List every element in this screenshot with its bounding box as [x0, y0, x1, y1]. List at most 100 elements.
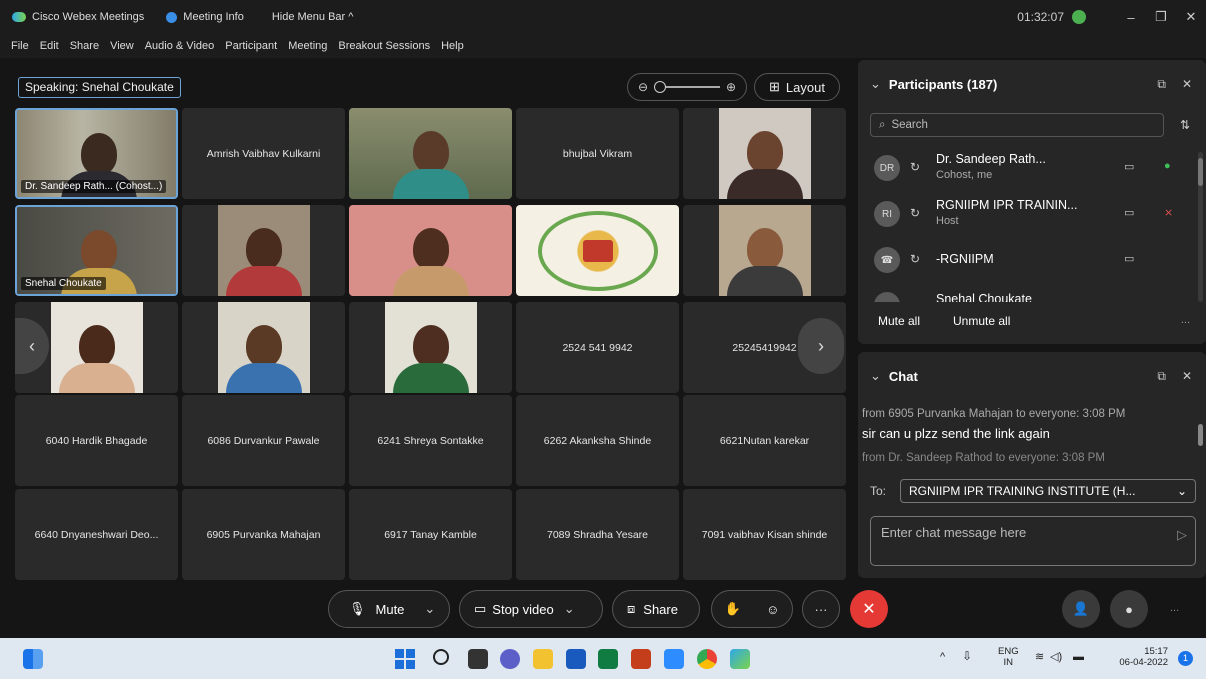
menu-help[interactable]: Help — [441, 40, 464, 52]
video-tile[interactable]: 7089 Shradha Yesare — [516, 489, 679, 580]
video-tile[interactable]: bhujbal Vikram — [516, 108, 679, 199]
security-icon[interactable] — [1072, 10, 1086, 24]
wifi-icon[interactable]: ≋ — [1035, 652, 1044, 663]
zoom-slider[interactable] — [654, 81, 720, 93]
participant-row[interactable]: ☎ ↻ -RGNIIPM ▭ — [874, 240, 1186, 280]
minimize-button[interactable]: – — [1116, 10, 1146, 25]
more-options-button[interactable]: ... — [1181, 314, 1190, 326]
volume-icon[interactable]: ◁) — [1050, 652, 1062, 663]
recipient-select[interactable]: RGNIIPM IPR TRAINING INSTITUTE (H... ⌄ — [900, 479, 1196, 503]
battery-icon[interactable]: ▬ — [1073, 652, 1084, 663]
collapse-chevron-icon[interactable]: ⌄ — [870, 368, 881, 384]
zoom-in-icon[interactable]: ⊕ — [726, 80, 736, 94]
video-tile[interactable]: 6262 Akanksha Shinde — [516, 395, 679, 486]
start-icon[interactable] — [395, 649, 415, 669]
end-meeting-button[interactable]: ✕ — [850, 590, 888, 628]
chrome-icon[interactable] — [697, 649, 717, 669]
menu-view[interactable]: View — [110, 40, 134, 52]
excel-icon[interactable] — [598, 649, 618, 669]
video-tile[interactable]: Snehal Choukate — [15, 205, 178, 296]
chevron-down-icon[interactable]: ⌄ — [564, 601, 575, 617]
participant-row[interactable]: Snehal Choukate — [874, 284, 1186, 302]
widgets-icon[interactable] — [23, 649, 43, 669]
video-tile[interactable]: 7091 vaibhav Kisan shinde — [683, 489, 846, 580]
menu-participant[interactable]: Participant — [225, 40, 277, 52]
hide-menu-bar-button[interactable]: Hide Menu Bar ^ — [272, 11, 354, 23]
video-tile[interactable]: 6640 Dnyaneshwari Deo... — [15, 489, 178, 580]
layout-button[interactable]: ⊞ Layout — [754, 73, 840, 101]
video-tile[interactable] — [182, 302, 345, 393]
menu-share[interactable]: Share — [70, 40, 99, 52]
zoom-out-icon[interactable]: ⊖ — [638, 80, 648, 94]
popout-icon[interactable]: ⧉ — [1157, 369, 1166, 384]
menu-breakout-sessions[interactable]: Breakout Sessions — [338, 40, 430, 52]
mute-button[interactable]: 🎙 Mute ⌄ — [328, 590, 450, 628]
video-tile[interactable]: 6241 Shreya Sontakke — [349, 395, 512, 486]
clock[interactable]: 15:17 06-04-2022 — [1098, 646, 1168, 668]
teams-chat-icon[interactable] — [500, 649, 520, 669]
participants-scrollbar-thumb[interactable] — [1198, 158, 1203, 186]
chat-scrollbar-thumb[interactable] — [1198, 424, 1203, 446]
video-tile[interactable]: 6086 Durvankur Pawale — [182, 395, 345, 486]
muted-microphone-icon[interactable]: ⨯ — [1164, 206, 1173, 219]
video-tile[interactable] — [349, 108, 512, 199]
unmute-all-button[interactable]: Unmute all — [953, 314, 1010, 328]
collapse-chevron-icon[interactable]: ⌄ — [870, 76, 881, 92]
participants-scrollbar-track[interactable] — [1198, 152, 1203, 302]
video-tile[interactable] — [683, 205, 846, 296]
participant-row[interactable]: RI ↻ RGNIIPM IPR TRAININ... Host ▭ ⨯ — [874, 194, 1186, 234]
video-tile[interactable]: Amrish Vaibhav Kulkarni — [182, 108, 345, 199]
zoom-icon[interactable] — [664, 649, 684, 669]
video-tile[interactable] — [516, 205, 679, 296]
menu-file[interactable]: File — [11, 40, 29, 52]
zoom-slider-knob[interactable] — [654, 81, 667, 93]
close-panel-icon[interactable]: ✕ — [1182, 77, 1192, 92]
video-tile[interactable] — [349, 205, 512, 296]
sort-icon[interactable]: ⇅ — [1180, 118, 1190, 132]
more-panels-button[interactable]: ... — [1170, 602, 1179, 614]
close-window-button[interactable]: ✕ — [1176, 9, 1206, 25]
video-tile[interactable]: 6040 Hardik Bhagade — [15, 395, 178, 486]
participant-row[interactable]: DR ↻ Dr. Sandeep Rath... Cohost, me ▭ ● — [874, 148, 1186, 188]
restore-button[interactable]: ❐ — [1146, 9, 1176, 25]
video-tile[interactable]: 2524 541 9942 — [516, 302, 679, 393]
webex-icon[interactable] — [730, 649, 750, 669]
microphone-icon[interactable]: ● — [1164, 160, 1171, 172]
raise-hand-icon[interactable]: ✋ — [725, 601, 741, 617]
powerpoint-icon[interactable] — [631, 649, 651, 669]
video-tile[interactable]: 6917 Tanay Kamble — [349, 489, 512, 580]
menu-audio-video[interactable]: Audio & Video — [145, 40, 215, 52]
zoom-control[interactable]: ⊖ ⊕ — [627, 73, 747, 101]
more-options-button[interactable]: ··· — [802, 590, 840, 628]
video-tile[interactable]: Dr. Sandeep Rath... (Cohost...) — [15, 108, 178, 199]
participant-search-input[interactable]: ⌕ Search — [870, 113, 1164, 137]
menu-edit[interactable]: Edit — [40, 40, 59, 52]
search-icon[interactable] — [433, 649, 449, 665]
notification-badge[interactable]: 1 — [1178, 651, 1193, 666]
chat-toggle-button[interactable]: ● — [1110, 590, 1148, 628]
file-explorer-icon[interactable] — [533, 649, 553, 669]
send-icon[interactable]: ▷ — [1177, 527, 1187, 543]
video-tile[interactable]: 6621Nutan karekar — [683, 395, 846, 486]
task-view-icon[interactable] — [468, 649, 488, 669]
chat-message-input[interactable]: Enter chat message here ▷ — [870, 516, 1196, 566]
word-icon[interactable] — [566, 649, 586, 669]
share-button[interactable]: ⧈ Share — [612, 590, 700, 628]
emoji-reaction-icon[interactable]: ☺ — [766, 602, 779, 617]
close-panel-icon[interactable]: ✕ — [1182, 369, 1192, 384]
usb-icon[interactable]: ⇩ — [962, 650, 972, 662]
video-tile[interactable]: 6905 Purvanka Mahajan — [182, 489, 345, 580]
meeting-info-button[interactable]: Meeting Info — [166, 11, 244, 23]
popout-icon[interactable]: ⧉ — [1157, 77, 1166, 92]
language-indicator[interactable]: ENG IN — [998, 646, 1019, 668]
mute-all-button[interactable]: Mute all — [878, 314, 920, 328]
video-tile[interactable] — [182, 205, 345, 296]
stop-video-button[interactable]: ▭ Stop video ⌄ — [459, 590, 603, 628]
chevron-down-icon[interactable]: ⌄ — [424, 601, 435, 617]
next-page-button[interactable]: › — [798, 318, 844, 374]
show-hidden-icons-icon[interactable]: ^ — [940, 652, 945, 663]
video-tile[interactable] — [683, 108, 846, 199]
menu-meeting[interactable]: Meeting — [288, 40, 327, 52]
participants-toggle-button[interactable]: 👤 — [1062, 590, 1100, 628]
video-tile[interactable] — [349, 302, 512, 393]
